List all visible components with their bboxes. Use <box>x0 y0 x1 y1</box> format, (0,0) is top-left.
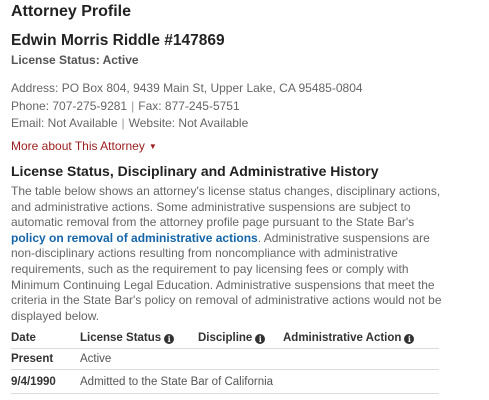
column-header-discipline-label: Discipline <box>198 332 253 344</box>
phone: Phone: 707-275-9281 <box>11 99 128 113</box>
contact-email-website: Email: Not Available | Website: Not Availa… <box>11 116 248 130</box>
address: Address: PO Box 804, 9439 Main St, Upper… <box>11 81 363 95</box>
website: Website: Not Available <box>128 116 249 130</box>
history-heading: License Status, Disciplinary and Adminis… <box>11 163 379 179</box>
table-divider <box>11 369 439 370</box>
contact-phone-fax: Phone: 707-275-9281 | Fax: 877-245-5751 <box>11 99 240 113</box>
column-header-discipline[interactable]: Discipline i <box>198 332 266 344</box>
page-title: Attorney Profile <box>11 3 132 20</box>
table-row-date: 9/4/1990 <box>11 376 56 388</box>
more-about-attorney-link[interactable]: More about This Attorney ▼ <box>11 139 157 153</box>
email: Email: Not Available <box>11 116 118 130</box>
attorney-profile-page: Attorney Profile Edwin Morris Riddle #14… <box>0 0 489 400</box>
table-row-license-status: Admitted to the State Bar of California <box>80 376 274 388</box>
column-header-administrative-action-label: Administrative Action <box>283 332 402 344</box>
history-description-part1: The table below shows an attorney's lice… <box>11 184 441 230</box>
fax: Fax: 877-245-5751 <box>138 99 240 113</box>
attorney-name: Edwin Morris Riddle #147869 <box>11 32 225 49</box>
column-header-administrative-action[interactable]: Administrative Action i <box>283 332 415 344</box>
separator: | <box>131 99 135 113</box>
table-row-license-status: Active <box>80 353 112 365</box>
info-circle-icon[interactable]: i <box>255 334 266 344</box>
info-circle-icon[interactable]: i <box>404 334 415 344</box>
column-header-date: Date <box>11 332 36 344</box>
more-about-label: More about This Attorney <box>11 139 145 153</box>
license-status: License Status: Active <box>11 53 139 67</box>
separator: | <box>121 116 125 130</box>
info-circle-icon[interactable]: i <box>164 334 175 344</box>
column-header-license-status-label: License Status <box>80 332 162 344</box>
column-header-license-status[interactable]: License Status i <box>80 332 175 344</box>
policy-link[interactable]: policy on removal of administrative acti… <box>11 231 258 245</box>
table-divider <box>11 348 439 349</box>
table-divider <box>11 393 439 394</box>
table-row-date: Present <box>11 353 54 365</box>
history-description: The table below shows an attorney's lice… <box>11 184 451 324</box>
caret-down-icon: ▼ <box>148 142 157 151</box>
